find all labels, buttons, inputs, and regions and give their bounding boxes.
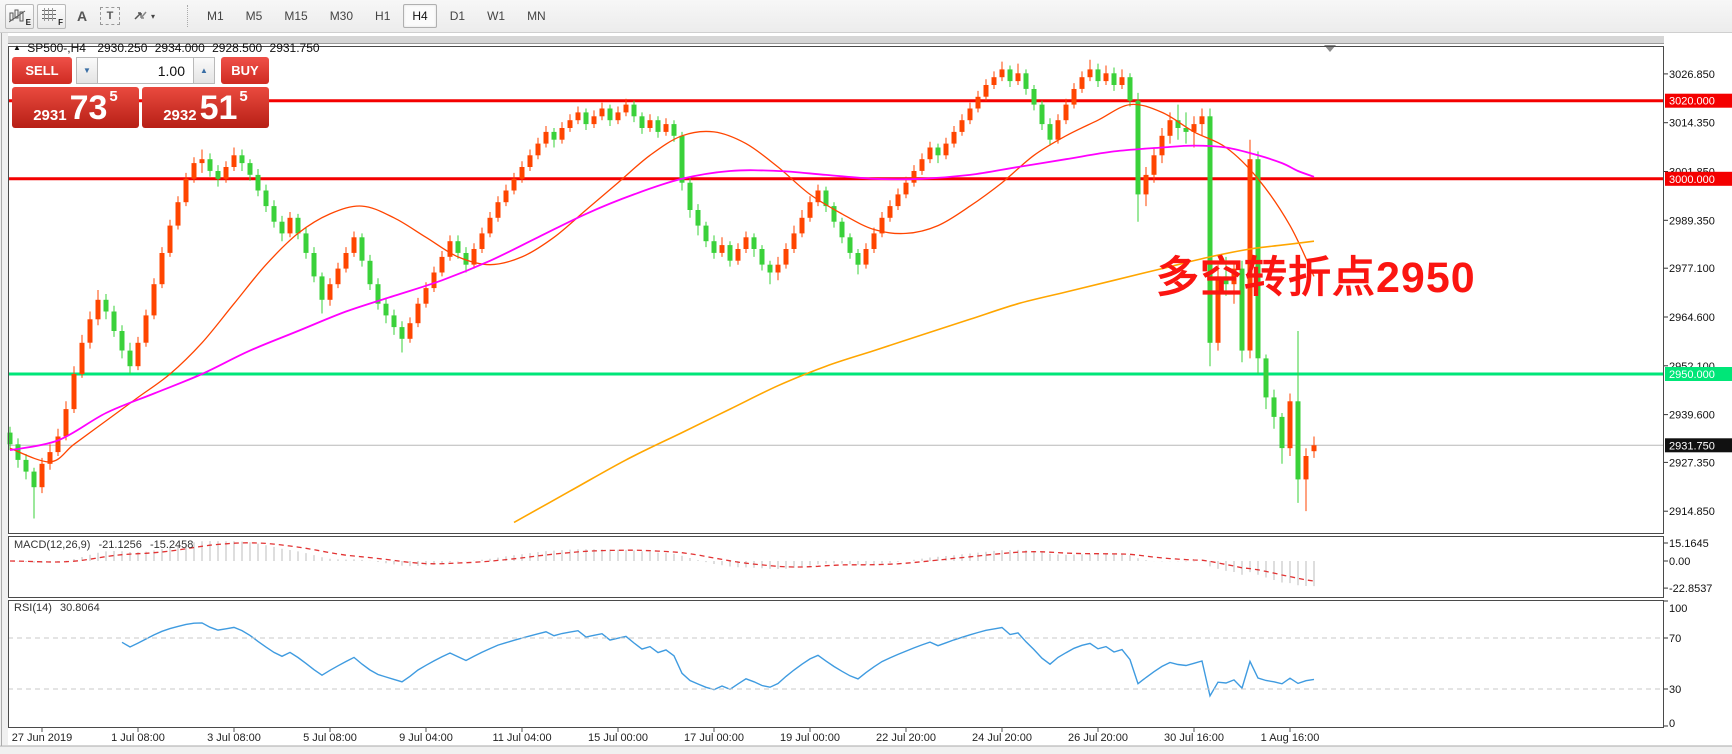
candlestick-chart-icon	[9, 8, 27, 24]
svg-text:11 Jul 04:00: 11 Jul 04:00	[492, 732, 551, 744]
icon-sub-label: F	[58, 18, 63, 27]
volume-input[interactable]	[98, 57, 193, 84]
svg-text:26 Jul 20:00: 26 Jul 20:00	[1068, 732, 1128, 744]
rsi-value: 30.8064	[60, 602, 100, 614]
macd-value-1: -21.1256	[98, 539, 141, 551]
text-box-icon: T	[100, 7, 120, 25]
one-click-trading-panel: SELL ▼ ▲ BUY 2931 73 5 2932 51 5	[12, 57, 269, 128]
volume-increase-button[interactable]: ▲	[193, 57, 215, 84]
svg-text:0: 0	[1669, 718, 1675, 730]
bid-price-sup: 5	[109, 88, 117, 105]
price-badge-2950.000: 2950.000	[1665, 367, 1732, 381]
price-badge-3020.000: 3020.000	[1665, 94, 1732, 108]
chart-window-bg	[0, 33, 1732, 754]
price-badge-2931.750: 2931.750	[1665, 438, 1732, 452]
top-toolbar: E F A T ▾ M1M5M15M30H1H4D1W1MN	[0, 0, 1732, 33]
svg-text:17 Jul 00:00: 17 Jul 00:00	[684, 732, 744, 744]
symbol-marker-icon: ▲	[13, 43, 21, 52]
bid-price-small: 2931	[33, 108, 66, 125]
svg-text:19 Jul 00:00: 19 Jul 00:00	[780, 732, 840, 744]
tab-timeframe-M5[interactable]: M5	[237, 4, 272, 28]
tab-timeframe-M15[interactable]: M15	[275, 4, 316, 28]
macd-value-2: -15.2458	[150, 539, 193, 551]
svg-text:2939.600: 2939.600	[1669, 410, 1715, 422]
window-bottom-edge	[0, 746, 1732, 754]
svg-text:22 Jul 20:00: 22 Jul 20:00	[876, 732, 936, 744]
ask-price-big: 51	[200, 93, 238, 124]
svg-text:3000.000: 3000.000	[1669, 174, 1715, 186]
tab-timeframe-H1[interactable]: H1	[366, 4, 399, 28]
ask-price-box[interactable]: 2932 51 5	[142, 87, 269, 128]
cursor-mode-button[interactable]: ▾	[125, 4, 163, 29]
svg-text:3 Jul 08:00: 3 Jul 08:00	[207, 732, 261, 744]
svg-text:3014.350: 3014.350	[1669, 118, 1715, 130]
svg-text:70: 70	[1669, 633, 1681, 645]
volume-decrease-button[interactable]: ▼	[76, 57, 98, 84]
svg-text:15.1645: 15.1645	[1669, 538, 1709, 550]
svg-text:15 Jul 00:00: 15 Jul 00:00	[588, 732, 648, 744]
svg-text:100: 100	[1669, 603, 1687, 615]
cursor-arrows-icon	[133, 9, 149, 23]
ohlc-close: 2931.750	[270, 41, 320, 55]
svg-text:-22.8537: -22.8537	[1669, 583, 1712, 595]
chevron-down-icon: ▾	[151, 12, 155, 21]
svg-text:2931.750: 2931.750	[1669, 440, 1715, 452]
grid-fibo-icon-button[interactable]: F	[37, 4, 66, 29]
rsi-name: RSI(14)	[14, 602, 52, 614]
letter-a-icon: A	[77, 8, 87, 24]
svg-text:2989.350: 2989.350	[1669, 215, 1715, 227]
svg-text:30: 30	[1669, 684, 1681, 696]
sell-button[interactable]: SELL	[12, 57, 72, 84]
bid-price-big: 73	[70, 93, 108, 124]
svg-text:2927.350: 2927.350	[1669, 457, 1715, 469]
svg-text:30 Jul 16:00: 30 Jul 16:00	[1164, 732, 1224, 744]
macd-indicator-label: MACD(12,26,9) -21.1256 -15.2458	[14, 539, 193, 551]
macd-name: MACD(12,26,9)	[14, 539, 90, 551]
tab-timeframe-M30[interactable]: M30	[321, 4, 362, 28]
svg-text:3026.850: 3026.850	[1669, 69, 1715, 81]
text-box-tool-button[interactable]: T	[97, 4, 123, 29]
svg-text:5 Jul 08:00: 5 Jul 08:00	[303, 732, 357, 744]
text-label-tool-button[interactable]: A	[69, 4, 95, 29]
tab-timeframe-W1[interactable]: W1	[478, 4, 514, 28]
ohlc-low: 2928.500	[212, 41, 262, 55]
svg-text:24 Jul 20:00: 24 Jul 20:00	[972, 732, 1032, 744]
symbol-name: SP500-,H4	[27, 41, 86, 55]
chart-expert-icon-button[interactable]: E	[5, 4, 34, 29]
svg-text:2977.100: 2977.100	[1669, 263, 1715, 275]
svg-text:0.00: 0.00	[1669, 556, 1690, 568]
timeframe-group: M1M5M15M30H1H4D1W1MN	[196, 4, 557, 28]
svg-text:9 Jul 04:00: 9 Jul 04:00	[399, 732, 453, 744]
svg-text:3020.000: 3020.000	[1669, 96, 1715, 108]
ask-price-small: 2932	[163, 108, 196, 125]
chart-text-annotation: 多空转折点2950	[1156, 243, 1476, 305]
tab-timeframe-M1[interactable]: M1	[198, 4, 233, 28]
toolbar-separator	[187, 5, 188, 27]
tab-timeframe-H4[interactable]: H4	[403, 4, 436, 28]
tab-timeframe-MN[interactable]: MN	[518, 4, 555, 28]
ohlc-high: 2934.000	[155, 41, 205, 55]
svg-text:1 Jul 08:00: 1 Jul 08:00	[111, 732, 165, 744]
svg-text:1 Aug 16:00: 1 Aug 16:00	[1261, 732, 1320, 744]
price-badge-3000.000: 3000.000	[1665, 172, 1732, 186]
grid-icon	[41, 8, 59, 24]
symbol-title: ▲ SP500-,H4 2930.250 2934.000 2928.500 2…	[13, 41, 324, 55]
bid-price-box[interactable]: 2931 73 5	[12, 87, 139, 128]
buy-button[interactable]: BUY	[221, 57, 269, 84]
svg-text:2964.600: 2964.600	[1669, 312, 1715, 324]
svg-text:2950.000: 2950.000	[1669, 369, 1715, 381]
icon-sub-label: E	[26, 18, 31, 27]
ohlc-open: 2930.250	[97, 41, 147, 55]
svg-text:27 Jun 2019: 27 Jun 2019	[12, 732, 73, 744]
ask-price-sup: 5	[239, 88, 247, 105]
svg-text:2914.850: 2914.850	[1669, 506, 1715, 518]
tab-timeframe-D1[interactable]: D1	[441, 4, 474, 28]
rsi-indicator-label: RSI(14) 30.8064	[14, 602, 100, 614]
chart-area[interactable]: 3026.8503014.3503001.8502989.3502977.100…	[0, 33, 1732, 754]
